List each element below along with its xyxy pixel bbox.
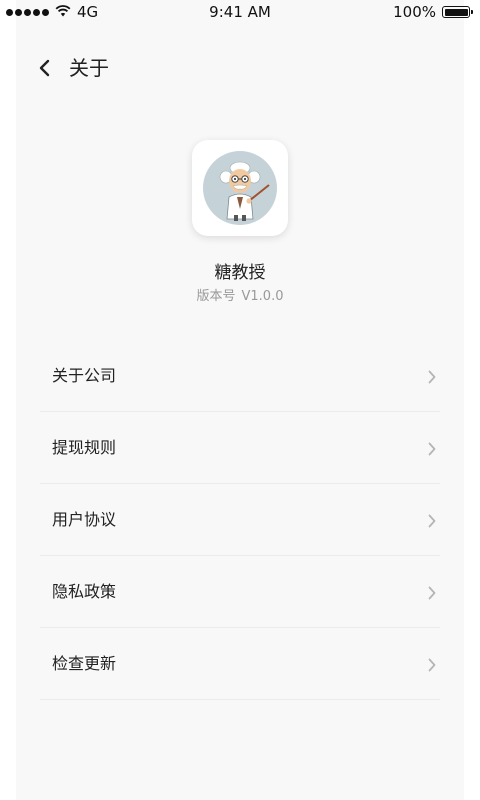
menu-item-user-agreement[interactable]: 用户协议 bbox=[40, 484, 440, 556]
menu-item-label: 提现规则 bbox=[52, 438, 117, 457]
version-number: V1.0.0 bbox=[241, 289, 284, 304]
version-label: 版本号 bbox=[196, 289, 236, 304]
status-right: 100% bbox=[393, 3, 473, 21]
menu-item-check-update[interactable]: 检查更新 bbox=[40, 628, 440, 700]
battery-icon bbox=[442, 6, 473, 18]
menu-item-label: 隐私政策 bbox=[52, 582, 117, 601]
chevron-right-icon bbox=[428, 658, 436, 672]
chevron-right-icon bbox=[428, 442, 436, 456]
chevron-right-icon bbox=[428, 370, 436, 384]
menu-item-label: 关于公司 bbox=[52, 366, 117, 385]
menu-item-privacy-policy[interactable]: 隐私政策 bbox=[40, 556, 440, 628]
status-bar: 4G 9:41 AM 100% bbox=[0, 0, 480, 24]
app-version: 版本号 V1.0.0 bbox=[0, 285, 480, 304]
about-screen: 4G 9:41 AM 100% 关于 糖教授 版本号 V1.0.0 关于公司 提… bbox=[0, 0, 480, 800]
menu-item-label: 检查更新 bbox=[52, 654, 117, 673]
menu-item-withdrawal-rules[interactable]: 提现规则 bbox=[40, 412, 440, 484]
professor-avatar-icon bbox=[203, 151, 277, 225]
battery-percent: 100% bbox=[393, 3, 436, 21]
chevron-right-icon bbox=[428, 514, 436, 528]
app-logo bbox=[192, 140, 288, 236]
app-name: 糖教授 bbox=[214, 263, 266, 283]
menu-item-about-company[interactable]: 关于公司 bbox=[40, 340, 440, 412]
back-button[interactable] bbox=[30, 53, 60, 83]
page-title: 关于 bbox=[69, 56, 109, 80]
settings-menu: 关于公司 提现规则 用户协议 隐私政策 检查更新 bbox=[40, 340, 440, 700]
nav-bar: 关于 bbox=[0, 44, 480, 92]
menu-item-label: 用户协议 bbox=[52, 510, 117, 529]
chevron-right-icon bbox=[428, 586, 436, 600]
chevron-left-icon bbox=[39, 59, 50, 77]
